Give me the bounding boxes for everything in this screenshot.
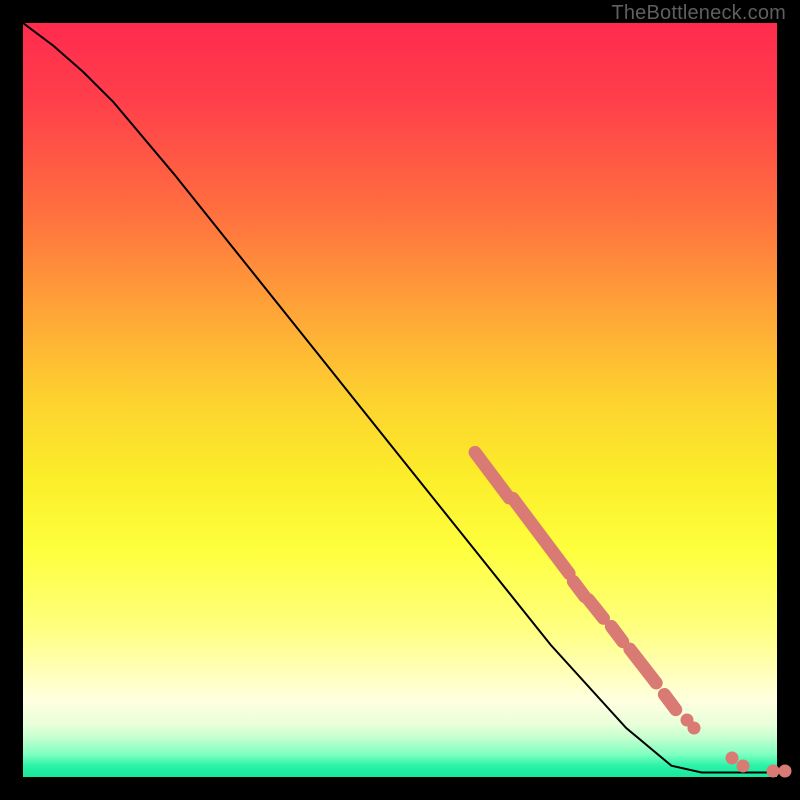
marker-point (778, 764, 791, 777)
curve-svg (23, 23, 777, 777)
watermark-text: TheBottleneck.com (611, 2, 786, 25)
chart-frame: TheBottleneck.com (0, 0, 800, 800)
curve-line (23, 23, 777, 773)
marker-point (737, 759, 750, 772)
marker-point (688, 721, 701, 734)
plot-area (23, 23, 777, 777)
